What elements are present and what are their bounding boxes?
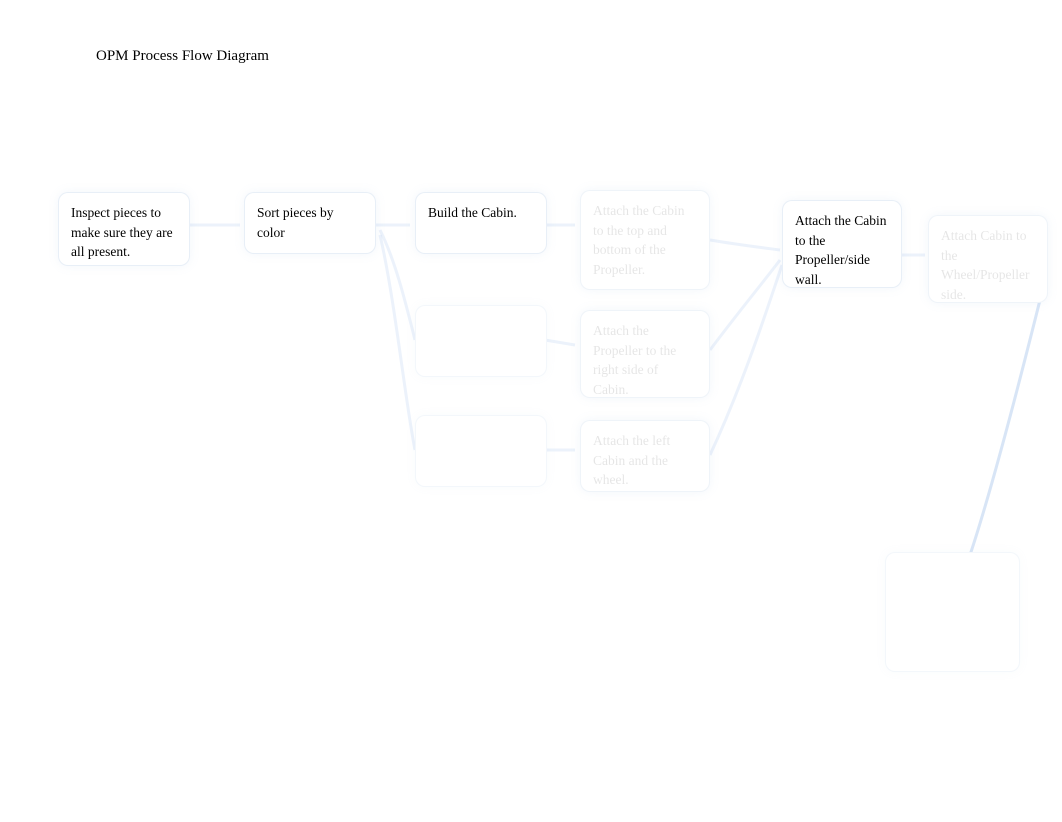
node-attach-cabin-propeller-text: Attach the Cabin to the Propeller/side w…: [795, 213, 886, 287]
node-sort-text: Sort pieces by color: [257, 205, 334, 240]
node-attach-r2-text: Attach the Propeller to the right side o…: [593, 323, 676, 397]
node-sort: Sort pieces by color: [244, 192, 376, 254]
node-build-cabin: Build the Cabin.: [415, 192, 547, 254]
node-attach-cabin-propeller: Attach the Cabin to the Propeller/side w…: [782, 200, 902, 288]
node-attach-r2: Attach the Propeller to the right side o…: [580, 310, 710, 398]
node-build-cabin-text: Build the Cabin.: [428, 205, 517, 220]
node-attach-r3: Attach the left Cabin and the wheel.: [580, 420, 710, 492]
node-far-right-text: Attach Cabin to the Wheel/Propeller side…: [941, 228, 1029, 302]
node-build-mid1: [415, 305, 547, 377]
page-title: OPM Process Flow Diagram: [96, 48, 269, 65]
node-build-mid2: [415, 415, 547, 487]
node-inspect: Inspect pieces to make sure they are all…: [58, 192, 190, 266]
node-bottom-right: [885, 552, 1020, 672]
node-attach-r3-text: Attach the left Cabin and the wheel.: [593, 433, 670, 487]
connectors: [0, 0, 1062, 822]
node-far-right: Attach Cabin to the Wheel/Propeller side…: [928, 215, 1048, 303]
node-attach-r1-text: Attach the Cabin to the top and bottom o…: [593, 203, 684, 277]
node-inspect-text: Inspect pieces to make sure they are all…: [71, 205, 173, 259]
node-attach-r1: Attach the Cabin to the top and bottom o…: [580, 190, 710, 290]
